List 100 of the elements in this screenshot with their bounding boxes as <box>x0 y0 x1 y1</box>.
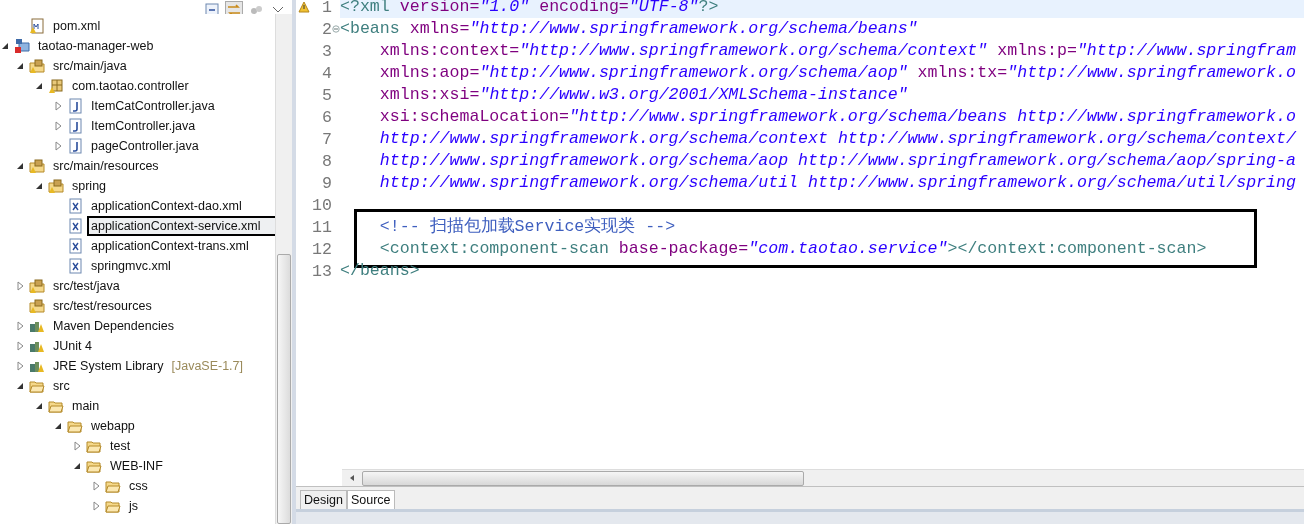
scroll-left-icon[interactable] <box>348 474 356 482</box>
line-number: 2 <box>321 19 332 39</box>
source-folder-icon <box>48 178 64 194</box>
tree-item[interactable]: com.taotao.controller <box>68 76 193 96</box>
code-line: <context:component-scan base-package="com.taotao.service"></context:component-scan> <box>378 239 1207 258</box>
expand-arrow-icon[interactable] <box>53 121 63 131</box>
line-number: 6 <box>321 107 332 127</box>
tree-item[interactable]: JUnit 4 <box>49 336 96 356</box>
java-file-icon <box>67 98 83 114</box>
collapse-arrow-icon[interactable] <box>34 81 44 91</box>
expand-arrow-icon[interactable] <box>91 481 101 491</box>
tree-item[interactable]: applicationContext-dao.xml <box>87 196 246 216</box>
tree-item-decoration: [JavaSE-1.7] <box>171 359 244 373</box>
collapse-arrow-icon[interactable] <box>34 401 44 411</box>
tree-item[interactable]: src/main/java <box>49 56 131 76</box>
vertical-scrollbar[interactable] <box>275 14 292 524</box>
code-line: xmlns:aop="http://www.springframework.org/schema/aop" xmlns:tx="http://www.springframework.o <box>378 63 1296 82</box>
line-number: 7 <box>321 129 332 149</box>
xml-file-icon <box>67 258 83 274</box>
source-folder-icon <box>29 58 45 74</box>
expand-arrow-icon[interactable] <box>72 441 82 451</box>
code-line: xmlns:context="http://www.springframework.org/schema/context" xmlns:p="http://www.springfram <box>378 41 1296 60</box>
tree-item[interactable]: src/test/java <box>49 276 124 296</box>
fold-icon[interactable] <box>332 25 340 33</box>
maven-file-icon <box>29 18 45 34</box>
expand-arrow-icon[interactable] <box>91 501 101 511</box>
line-number: 12 <box>312 239 332 259</box>
expand-arrow-icon[interactable] <box>53 101 63 111</box>
tree-item[interactable]: css <box>125 476 152 496</box>
tree-item[interactable]: src/main/resources <box>49 156 163 176</box>
collapse-arrow-icon[interactable] <box>15 161 25 171</box>
code-line: xmlns:xsi="http://www.w3.org/2001/XMLSchema-instance" <box>378 85 908 104</box>
tree-item[interactable]: pageController.java <box>87 136 203 156</box>
folder-icon <box>67 418 83 434</box>
expand-arrow-icon[interactable] <box>53 141 63 151</box>
editor-tab[interactable]: Source <box>346 490 395 509</box>
tree-item[interactable]: webapp <box>87 416 139 436</box>
folder-icon <box>86 458 102 474</box>
code-line: xsi:schemaLocation="http://www.springframework.org/schema/beans http://www.springframework.o <box>378 107 1296 126</box>
code-line: <!-- 扫描包加载Service实现类 --> <box>378 217 676 236</box>
expand-arrow-icon[interactable] <box>15 341 25 351</box>
tree-item[interactable]: js <box>125 496 143 516</box>
code-line: http://www.springframework.org/schema/util http://www.springframework.org/schema/util/spring <box>378 173 1296 192</box>
line-number: 10 <box>312 195 332 215</box>
source-folder-icon <box>29 278 45 294</box>
tree-item[interactable]: WEB-INF <box>106 456 167 476</box>
horizontal-scrollbar[interactable] <box>342 469 1304 486</box>
tree-item[interactable]: springmvc.xml <box>87 256 175 276</box>
folder-icon <box>86 438 102 454</box>
line-number: 3 <box>321 41 332 61</box>
link-with-editor-icon[interactable] <box>226 2 242 14</box>
collapse-arrow-icon[interactable] <box>15 61 25 71</box>
java-file-icon <box>67 138 83 154</box>
code-line: http://www.springframework.org/schema/aop http://www.springframework.org/schema/aop/spring-a <box>378 151 1296 170</box>
line-number: 4 <box>321 63 332 83</box>
expand-arrow-icon[interactable] <box>15 281 25 291</box>
tree-item[interactable]: Maven Dependencies <box>49 316 178 336</box>
xml-file-icon <box>67 238 83 254</box>
line-number: 8 <box>321 151 332 171</box>
folder-icon <box>48 398 64 414</box>
collapse-arrow-icon[interactable] <box>34 181 44 191</box>
tree-item[interactable]: main <box>68 396 104 416</box>
tree-item[interactable]: pom.xml <box>49 16 105 36</box>
tree-item[interactable]: applicationContext-trans.xml <box>87 236 253 256</box>
collapse-arrow-icon[interactable] <box>15 381 25 391</box>
collapse-arrow-icon[interactable] <box>72 461 82 471</box>
folder-icon <box>105 498 121 514</box>
line-number: 13 <box>312 261 332 281</box>
source-folder-icon <box>29 158 45 174</box>
folder-icon <box>105 478 121 494</box>
code-line: <beans xmlns="http://www.springframework.org/schema/beans" <box>340 19 918 38</box>
editor-tab[interactable]: Design <box>300 490 347 509</box>
tree-item[interactable]: src/test/resources <box>49 296 156 316</box>
line-number: 5 <box>321 85 332 105</box>
xml-file-icon <box>67 198 83 214</box>
tree-item[interactable]: JRE System Library <box>49 356 168 376</box>
tree-item[interactable]: spring <box>68 176 111 196</box>
expand-arrow-icon[interactable] <box>15 321 25 331</box>
tree-item[interactable]: ItemController.java <box>87 116 200 136</box>
scrollbar-thumb[interactable] <box>277 254 291 524</box>
tree-item[interactable]: applicationContext-service.xml <box>87 216 275 236</box>
expand-arrow-icon[interactable] <box>15 361 25 371</box>
package-icon <box>48 78 64 94</box>
folder-icon <box>29 378 45 394</box>
warning-icon <box>298 1 310 13</box>
tree-item[interactable]: test <box>106 436 135 456</box>
collapse-arrow-icon[interactable] <box>53 421 63 431</box>
tree-item[interactable]: ItemCatController.java <box>87 96 219 116</box>
line-number: 9 <box>321 173 332 193</box>
scrollbar-thumb[interactable] <box>362 470 804 486</box>
line-number: 1 <box>321 0 332 17</box>
tree-item[interactable]: src <box>49 376 74 396</box>
source-folder-icon <box>29 298 45 314</box>
code-line: http://www.springframework.org/schema/context http://www.springframework.org/schema/context/ <box>378 129 1296 148</box>
collapse-arrow-icon[interactable] <box>0 41 10 51</box>
project-icon <box>14 38 30 54</box>
xml-file-icon <box>67 218 83 234</box>
java-file-icon <box>67 118 83 134</box>
tree-item[interactable]: taotao-manager-web <box>34 36 158 56</box>
collapse-all-icon[interactable] <box>204 2 220 14</box>
